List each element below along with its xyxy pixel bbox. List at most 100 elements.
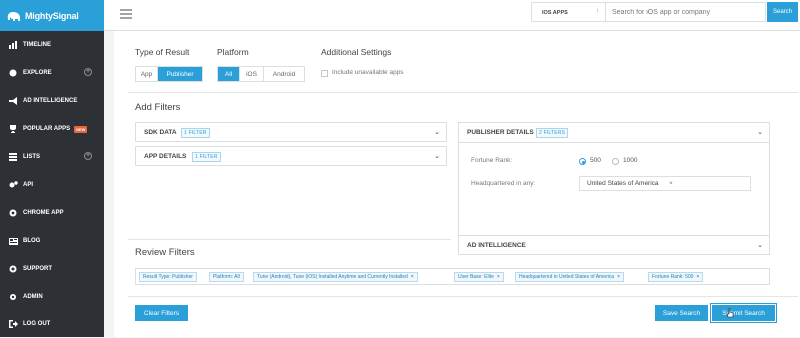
- sign-out-icon: [8, 319, 18, 329]
- headquartered-label: Headquartered in any:: [471, 180, 536, 187]
- panel-title: AD INTELLIGENCE: [467, 242, 526, 249]
- sidebar-item-label: API: [23, 182, 34, 188]
- include-unavailable-label: Include unavailable apps: [332, 69, 404, 76]
- platform-ios[interactable]: iOS: [240, 67, 264, 81]
- sidebar-item-label: BLOG: [23, 238, 41, 244]
- filter-tag[interactable]: Fortune Rank: 500 ×: [648, 272, 704, 282]
- sidebar-item-label: TIMELINE: [23, 42, 51, 48]
- ad-intelligence-panel[interactable]: AD INTELLIGENCE ⌄: [459, 235, 769, 255]
- remove-tag-icon[interactable]: ×: [497, 274, 500, 280]
- filter-count-badge: 2 FILTERS: [536, 128, 569, 138]
- filter-tag-label: Headquartered in United States of Americ…: [519, 274, 615, 280]
- save-search-button[interactable]: Save Search: [655, 305, 708, 321]
- platform-label: Platform: [217, 47, 249, 57]
- panel-title: SDK DATA: [144, 129, 177, 136]
- fortune-1000-radio[interactable]: [612, 158, 619, 165]
- expand-icon[interactable]: +: [84, 68, 92, 76]
- brand-name: MightySignal: [25, 10, 79, 21]
- divider: [128, 239, 451, 240]
- sidebar-item-timeline[interactable]: TIMELINE: [0, 31, 104, 59]
- expand-icon[interactable]: +: [84, 152, 92, 160]
- filter-tag[interactable]: Result Type: Publisher: [139, 272, 197, 282]
- review-filters-heading: Review Filters: [135, 247, 195, 258]
- sidebar-item-explore[interactable]: EXPLORE +: [0, 59, 104, 87]
- filter-tag-label: Result Type: Publisher: [143, 274, 193, 280]
- sidebar-item-support[interactable]: SUPPORT: [0, 255, 104, 283]
- result-type-app[interactable]: App: [136, 67, 158, 81]
- filter-tag-label: Tune (Android), Tune (iOS) Installed Any…: [257, 274, 408, 280]
- platform-select-value: IOS APPS: [542, 10, 568, 16]
- platform-all[interactable]: All: [218, 67, 240, 81]
- trophy-icon: [8, 124, 18, 134]
- fortune-500-label: 500: [590, 157, 601, 164]
- remove-tag-icon[interactable]: ×: [411, 274, 414, 280]
- sidebar-item-label: POPULAR APPS: [23, 126, 71, 132]
- filter-count-badge: 1 FILTER: [192, 152, 221, 162]
- fortune-1000-label: 1000: [623, 157, 638, 164]
- gear-icon: [8, 292, 18, 302]
- sidebar-item-label: LISTS: [23, 154, 41, 160]
- remove-tag-icon[interactable]: ×: [617, 274, 620, 280]
- add-filters-heading: Add Filters: [135, 102, 181, 113]
- filter-tag[interactable]: Platform: All: [209, 272, 244, 282]
- sdk-data-panel[interactable]: SDK DATA 1 FILTER ⌄: [135, 122, 447, 142]
- chevron-down-icon: ⌄: [757, 129, 763, 136]
- search-button[interactable]: Search: [767, 2, 798, 22]
- sidebar-item-admin[interactable]: ADMIN: [0, 283, 104, 311]
- sidebar-item-ad-intelligence[interactable]: AD INTELLIGENCE: [0, 87, 104, 115]
- panel-title: APP DETAILS: [144, 153, 187, 160]
- submit-search-button[interactable]: Submit Search: [712, 305, 775, 321]
- sidebar-item-chrome-app[interactable]: CHROME APP: [0, 199, 104, 227]
- sidebar-item-api[interactable]: API: [0, 171, 104, 199]
- result-type-publisher[interactable]: Publisher: [158, 67, 202, 81]
- sidebar-item-log-out[interactable]: LOG OUT: [0, 310, 104, 338]
- filter-tag[interactable]: User Base: Elite ×: [454, 272, 504, 282]
- sidebar-item-label: LOG OUT: [23, 321, 51, 327]
- review-filters-box: Result Type: Publisher Platform: All Tun…: [135, 268, 770, 285]
- sidebar-item-label: ADMIN: [23, 294, 43, 300]
- sidebar-item-label: EXPLORE: [23, 70, 52, 76]
- headquartered-value: United States of America: [587, 180, 659, 187]
- headquartered-input[interactable]: United States of America ×: [579, 176, 751, 191]
- sidebar-item-lists[interactable]: LISTS +: [0, 143, 104, 171]
- additional-settings-label: Additional Settings: [321, 47, 392, 57]
- fortune-rank-label: Fortune Rank:: [471, 157, 513, 164]
- remove-tag-icon[interactable]: ×: [669, 180, 673, 187]
- search-input[interactable]: [606, 2, 766, 22]
- result-type-toggle: App Publisher: [135, 66, 203, 82]
- filter-count-badge: 1 FILTER: [181, 128, 210, 138]
- publisher-details-panel: PUBLISHER DETAILS 2 FILTERS ⌄ Fortune Ra…: [458, 122, 770, 255]
- platform-toggle: All iOS Android: [217, 66, 305, 82]
- publisher-details-header[interactable]: PUBLISHER DETAILS 2 FILTERS ⌄: [459, 123, 769, 143]
- megaphone-icon: [8, 96, 18, 106]
- platform-select[interactable]: IOS APPS ↕: [531, 2, 606, 22]
- platform-android[interactable]: Android: [264, 67, 304, 81]
- sidebar-item-label: AD INTELLIGENCE: [23, 98, 78, 104]
- sidebar-item-label: CHROME APP: [23, 210, 64, 216]
- include-unavailable-checkbox[interactable]: [321, 70, 328, 77]
- fortune-500-radio[interactable]: [579, 158, 586, 165]
- top-bar: IOS APPS ↕ Search: [104, 0, 800, 31]
- sidebar: MightySignal TIMELINE EXPLORE + AD INTEL…: [0, 0, 104, 337]
- logo[interactable]: MightySignal: [0, 0, 104, 31]
- panel-title: PUBLISHER DETAILS: [467, 129, 534, 136]
- filter-tag-label: User Base: Elite: [458, 274, 494, 280]
- main-content: Type of Result App Publisher Platform Al…: [114, 31, 800, 337]
- app-details-panel[interactable]: APP DETAILS 1 FILTER ⌄: [135, 146, 447, 166]
- bar-chart-icon: [8, 40, 18, 50]
- hand-cursor-icon: [727, 308, 734, 318]
- sidebar-item-popular-apps[interactable]: POPULAR APPS NEW: [0, 115, 104, 143]
- divider: [128, 296, 798, 297]
- newspaper-icon: [8, 236, 18, 246]
- chevron-down-icon: ⌄: [434, 153, 440, 160]
- sidebar-item-label: SUPPORT: [23, 266, 53, 272]
- hamburger-menu-icon[interactable]: [120, 9, 132, 19]
- sidebar-item-blog[interactable]: BLOG: [0, 227, 104, 255]
- filter-tag[interactable]: Tune (Android), Tune (iOS) Installed Any…: [253, 272, 418, 282]
- chrome-icon: [8, 208, 18, 218]
- clear-filters-button[interactable]: Clear Filters: [135, 305, 188, 321]
- chevron-down-icon: ⌄: [434, 129, 440, 136]
- updown-chevron-icon: ↕: [596, 8, 599, 14]
- remove-tag-icon[interactable]: ×: [696, 274, 699, 280]
- filter-tag[interactable]: Headquartered in United States of Americ…: [515, 272, 624, 282]
